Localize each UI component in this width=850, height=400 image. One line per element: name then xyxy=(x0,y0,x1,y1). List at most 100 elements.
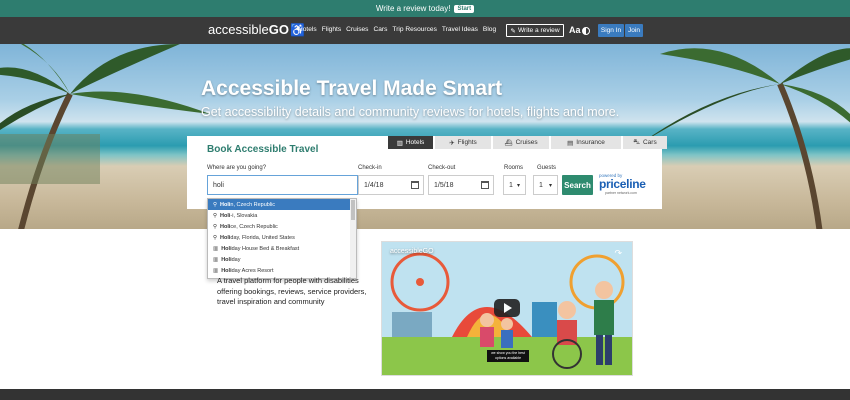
plane-icon: ✈ xyxy=(449,139,455,147)
sign-in-button[interactable]: Sign In xyxy=(598,24,624,37)
tab-insurance[interactable]: ▤ Insurance xyxy=(551,136,621,149)
suggestion-match: Holi xyxy=(220,201,231,208)
suggestion-rest: day xyxy=(231,256,241,263)
building-icon: ▥ xyxy=(213,267,219,274)
checkout-value: 1/5/18 xyxy=(434,181,454,189)
scrollbar[interactable] xyxy=(350,199,356,278)
suggestion-rest: n, Czech Republic xyxy=(230,201,276,208)
top-nav: accessible GO ♿ Hotels Flights Cruises Ca… xyxy=(0,17,850,44)
guests-value: 1 xyxy=(539,181,543,189)
footer-bar xyxy=(0,389,850,400)
checkin-label: Check-in xyxy=(358,165,382,171)
rooms-value: 1 xyxy=(509,181,513,189)
contrast-icon[interactable] xyxy=(582,27,590,35)
video-title: accessibleGO xyxy=(390,248,434,255)
booking-title: Book Accessible Travel xyxy=(207,144,319,155)
map-pin-icon: ⚲ xyxy=(213,201,218,208)
suggestion-match: Holi xyxy=(221,267,232,274)
rooms-label: Rooms xyxy=(504,165,524,171)
destination-suggestions: ⚲ Holin, Czech Republic ⚲ Holi-i, Slovakia ⚲… xyxy=(207,198,357,279)
nav-link-cars[interactable]: Cars xyxy=(373,26,387,33)
logo-text: accessible xyxy=(208,22,269,37)
write-review-button[interactable]: ✎ Write a review xyxy=(506,24,564,37)
nav-link-trip-resources[interactable]: Trip Resources xyxy=(392,26,436,33)
tab-hotels[interactable]: ▥ Hotels xyxy=(388,136,433,149)
calendar-icon xyxy=(411,181,419,189)
car-icon: ⛍ xyxy=(633,139,640,146)
site-logo[interactable]: accessible GO ♿ xyxy=(208,22,305,37)
tab-cars-label: Cars xyxy=(642,139,657,146)
site-description: A travel platform for people with disabi… xyxy=(217,276,367,306)
suggestion-match: Holi xyxy=(220,223,231,230)
nav-link-cruises[interactable]: Cruises xyxy=(346,26,368,33)
suggestion-item[interactable]: ⚲ Holiday, Florida, United States xyxy=(208,232,356,243)
pencil-icon: ✎ xyxy=(510,27,516,35)
tab-flights[interactable]: ✈ Flights xyxy=(435,136,491,149)
checkout-input[interactable]: 1/5/18 xyxy=(428,175,494,195)
destination-value: holi xyxy=(213,181,224,189)
priceline-subtext: partner network.com xyxy=(605,191,637,195)
chevron-down-icon: ▾ xyxy=(548,182,552,189)
destination-input[interactable]: holi xyxy=(207,175,358,195)
start-review-button[interactable]: Start xyxy=(454,4,475,13)
tab-cars[interactable]: ⛍ Cars xyxy=(623,136,667,149)
suggestion-label: Holin, Czech Republic xyxy=(220,202,275,208)
destination-label: Where are you going? xyxy=(207,165,267,171)
suggestion-item[interactable]: ▥ Holiday Acres Resort xyxy=(208,265,356,276)
nav-link-blog[interactable]: Blog xyxy=(483,26,496,33)
suggestion-label: Holice, Czech Republic xyxy=(220,224,278,230)
tab-cruises[interactable]: ⛴ Cruises xyxy=(493,136,549,149)
checkout-label: Check-out xyxy=(428,165,456,171)
map-pin-icon: ⚲ xyxy=(213,223,218,230)
nav-links: Hotels Flights Cruises Cars Trip Resourc… xyxy=(298,26,496,33)
play-button[interactable] xyxy=(494,299,520,317)
hero-subtitle: Get accessibility details and community … xyxy=(201,105,620,119)
guests-select[interactable]: 1 ▾ xyxy=(533,175,558,195)
tab-insurance-label: Insurance xyxy=(576,139,605,146)
chevron-down-icon: ▾ xyxy=(516,182,520,189)
search-button[interactable]: Search xyxy=(562,175,593,195)
suggestion-label: Holi-i, Slovakia xyxy=(220,213,257,219)
suggestion-item[interactable]: ⚲ Holi-i, Slovakia xyxy=(208,210,356,221)
nav-link-flights[interactable]: Flights xyxy=(322,26,341,33)
building-icon: ▥ xyxy=(213,245,219,252)
checkin-input[interactable]: 1/4/18 xyxy=(358,175,424,195)
share-icon[interactable]: ↷ xyxy=(614,248,622,259)
building-icon: ▥ xyxy=(396,139,403,147)
tab-hotels-label: Hotels xyxy=(405,139,425,146)
suggestion-rest: ce, Czech Republic xyxy=(230,223,278,230)
suggestion-label: Holiday xyxy=(221,257,240,263)
suggestion-rest: day Acres Resort xyxy=(231,267,274,274)
suggestion-match: Holi xyxy=(220,234,231,241)
suggestion-label: Holiday, Florida, United States xyxy=(220,235,295,241)
review-banner-text: Write a review today! xyxy=(375,4,451,13)
suggestion-item[interactable]: ⚲ Holin, Czech Republic xyxy=(208,199,356,210)
suggestion-label: Holiday House Bed & Breakfast xyxy=(221,246,299,252)
video-caption: we show you the best options available xyxy=(487,350,529,362)
suggestion-item[interactable]: ▥ Holiday House Bed & Breakfast xyxy=(208,243,356,254)
suggestion-item[interactable]: ⚲ Holice, Czech Republic xyxy=(208,221,356,232)
scrollbar-thumb[interactable] xyxy=(351,200,355,220)
suggestion-rest: day, Florida, United States xyxy=(230,234,295,241)
suggestion-rest: -i, Slovakia xyxy=(230,212,258,219)
font-size-toggle[interactable]: Aa xyxy=(569,25,581,35)
write-review-label: Write a review xyxy=(517,27,560,34)
intro-video[interactable]: accessibleGO ↷ we show you the best opti… xyxy=(381,241,633,376)
review-banner: Write a review today! Start xyxy=(0,0,850,17)
document-icon: ▤ xyxy=(567,139,574,147)
checkin-value: 1/4/18 xyxy=(364,181,384,189)
suggestion-item[interactable]: ▥ Holiday xyxy=(208,254,356,265)
nav-link-hotels[interactable]: Hotels xyxy=(298,26,317,33)
tab-flights-label: Flights xyxy=(457,139,477,146)
join-button[interactable]: Join xyxy=(625,24,643,37)
ship-icon: ⛴ xyxy=(504,139,513,147)
suggestion-label: Holiday Acres Resort xyxy=(221,268,273,274)
priceline-logo: priceline xyxy=(599,177,646,191)
rooms-select[interactable]: 1 ▾ xyxy=(503,175,526,195)
tab-cruises-label: Cruises xyxy=(515,139,538,146)
nav-link-travel-ideas[interactable]: Travel Ideas xyxy=(442,26,478,33)
map-pin-icon: ⚲ xyxy=(213,234,218,241)
guests-label: Guests xyxy=(537,165,557,171)
map-pin-icon: ⚲ xyxy=(213,212,218,219)
calendar-icon xyxy=(481,181,489,189)
